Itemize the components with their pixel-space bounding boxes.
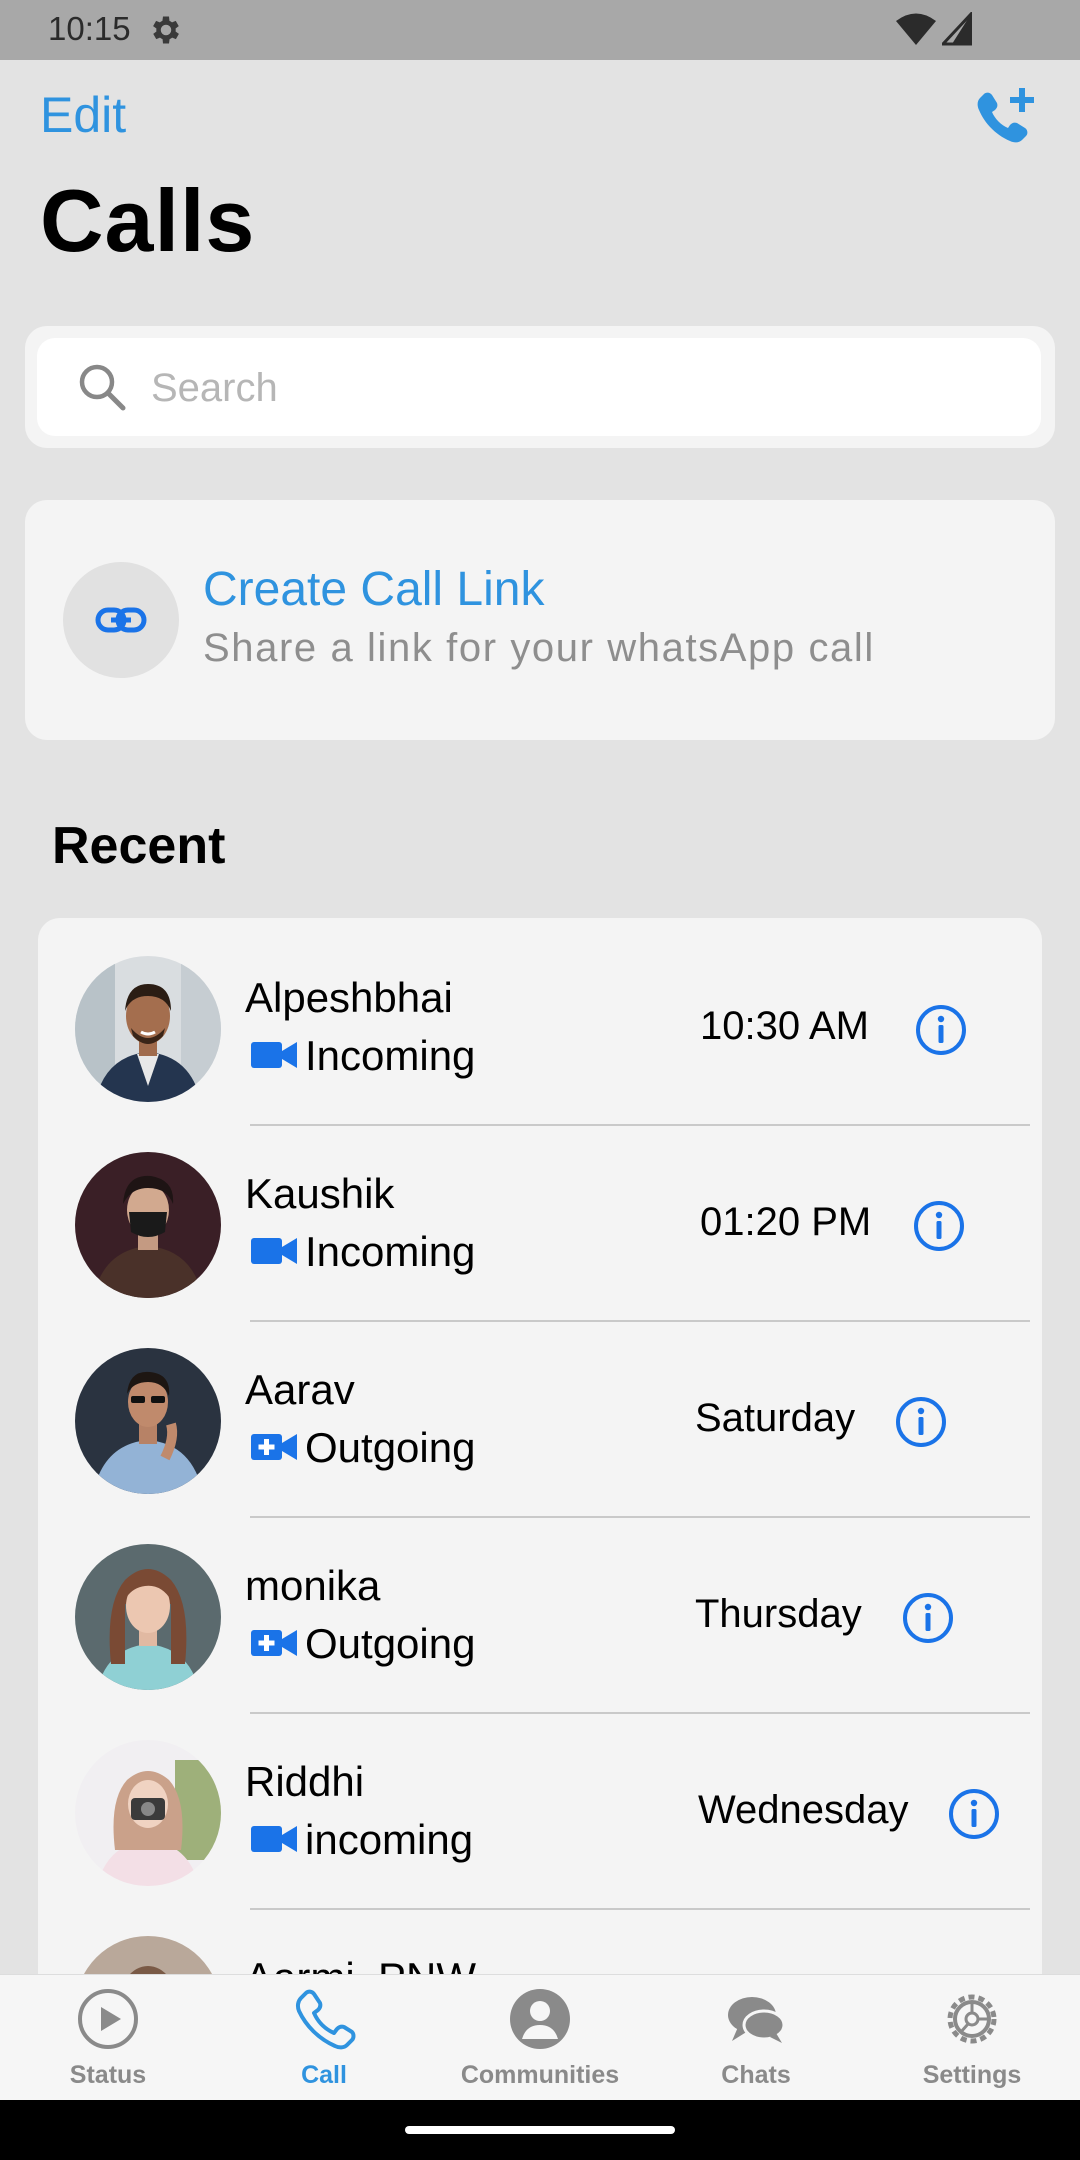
phone-icon [295,1989,356,2050]
tab-label: Settings [922,2061,1022,2089]
avatar [75,1936,221,1978]
call-row[interactable]: monika Outgoing Thursday [38,1506,1042,1714]
tab-status[interactable]: Status [0,1975,216,2101]
search-placeholder: Search [151,366,278,410]
video-camera-icon [251,1238,297,1264]
recent-heading: Recent [52,817,226,875]
tab-label: Chats [721,2061,791,2089]
settings-gear-icon [153,16,179,44]
call-time: Wednesday [698,1788,909,1832]
caller-name: Aarav [245,1366,355,1413]
wifi-icon [896,13,936,45]
call-row[interactable]: Kaushik Incoming 01:20 PM [38,1114,1042,1322]
play-circle-icon [78,1989,138,2049]
tab-chats[interactable]: Chats [648,1975,864,2101]
create-call-link-card[interactable]: Create Call Link Share a link for your w… [25,500,1055,740]
tab-settings[interactable]: Settings [864,1975,1080,2101]
call-row[interactable]: Aarav Outgoing Saturday [38,1310,1042,1518]
video-camera-icon [251,1042,297,1068]
system-nav-bar [0,2100,1080,2160]
tab-label: Communities [460,2061,620,2089]
link-icon [95,607,147,633]
tab-label: Call [301,2061,347,2089]
call-time: Thursday [695,1592,862,1636]
search-icon [79,364,126,411]
add-call-icon[interactable] [972,84,1038,144]
link-icon-circle [63,562,179,678]
caller-name: Kaushik [245,1170,395,1217]
call-type: Incoming [305,1228,476,1275]
video-add-icon [251,1434,297,1460]
search-container: Search [25,326,1055,448]
video-camera-icon [251,1826,297,1852]
status-bar: 10:15 [0,0,1080,60]
search-input[interactable]: Search [37,338,1041,436]
recent-calls-list: Alpeshbhai Incoming 10:30 AM Kaushik Inc… [38,918,1042,1978]
avatar [75,1152,221,1298]
call-type: incoming [305,1816,474,1863]
info-icon[interactable] [912,1199,966,1253]
gear-icon [947,1994,997,2044]
call-type: Outgoing [305,1424,476,1471]
chat-bubbles-icon [728,1997,786,2043]
call-link-title: Create Call Link [203,563,545,616]
avatar [75,1544,221,1690]
call-row[interactable]: Riddhi incoming Wednesday [38,1702,1042,1910]
edit-button[interactable]: Edit [40,86,126,144]
caller-name: monika [245,1562,381,1609]
info-icon[interactable] [947,1787,1001,1841]
call-type: Incoming [305,1032,476,1079]
call-time: Saturday [695,1396,856,1440]
tab-call[interactable]: Call [216,1975,432,2101]
info-icon[interactable] [901,1591,955,1645]
cell-signal-icon [942,12,972,46]
caller-name: Alpeshbhai [245,974,453,1021]
call-row[interactable]: Alpeshbhai Incoming 10:30 AM [38,918,1042,1126]
call-time: 10:30 AM [700,1004,870,1048]
tab-communities[interactable]: Communities [432,1975,648,2101]
avatar [75,1740,221,1886]
home-gesture-handle[interactable] [405,2126,675,2134]
call-link-subtitle: Share a link for your whatsApp call [203,626,875,670]
bottom-tab-bar: Status Call Communities Chats Settings [0,1974,1080,2100]
avatar [75,956,221,1102]
community-icon [510,1989,570,2049]
call-type: Outgoing [305,1620,476,1667]
avatar [75,1348,221,1494]
video-add-icon [251,1630,297,1656]
page-title: Calls [40,171,256,270]
tab-label: Status [69,2061,147,2089]
info-icon[interactable] [894,1395,948,1449]
call-time: 01:20 PM [700,1200,872,1244]
call-row[interactable]: Aarmi_PNW [38,1898,1042,1978]
status-time: 10:15 [48,10,131,47]
info-icon[interactable] [914,1003,968,1057]
caller-name: Riddhi [245,1758,365,1805]
